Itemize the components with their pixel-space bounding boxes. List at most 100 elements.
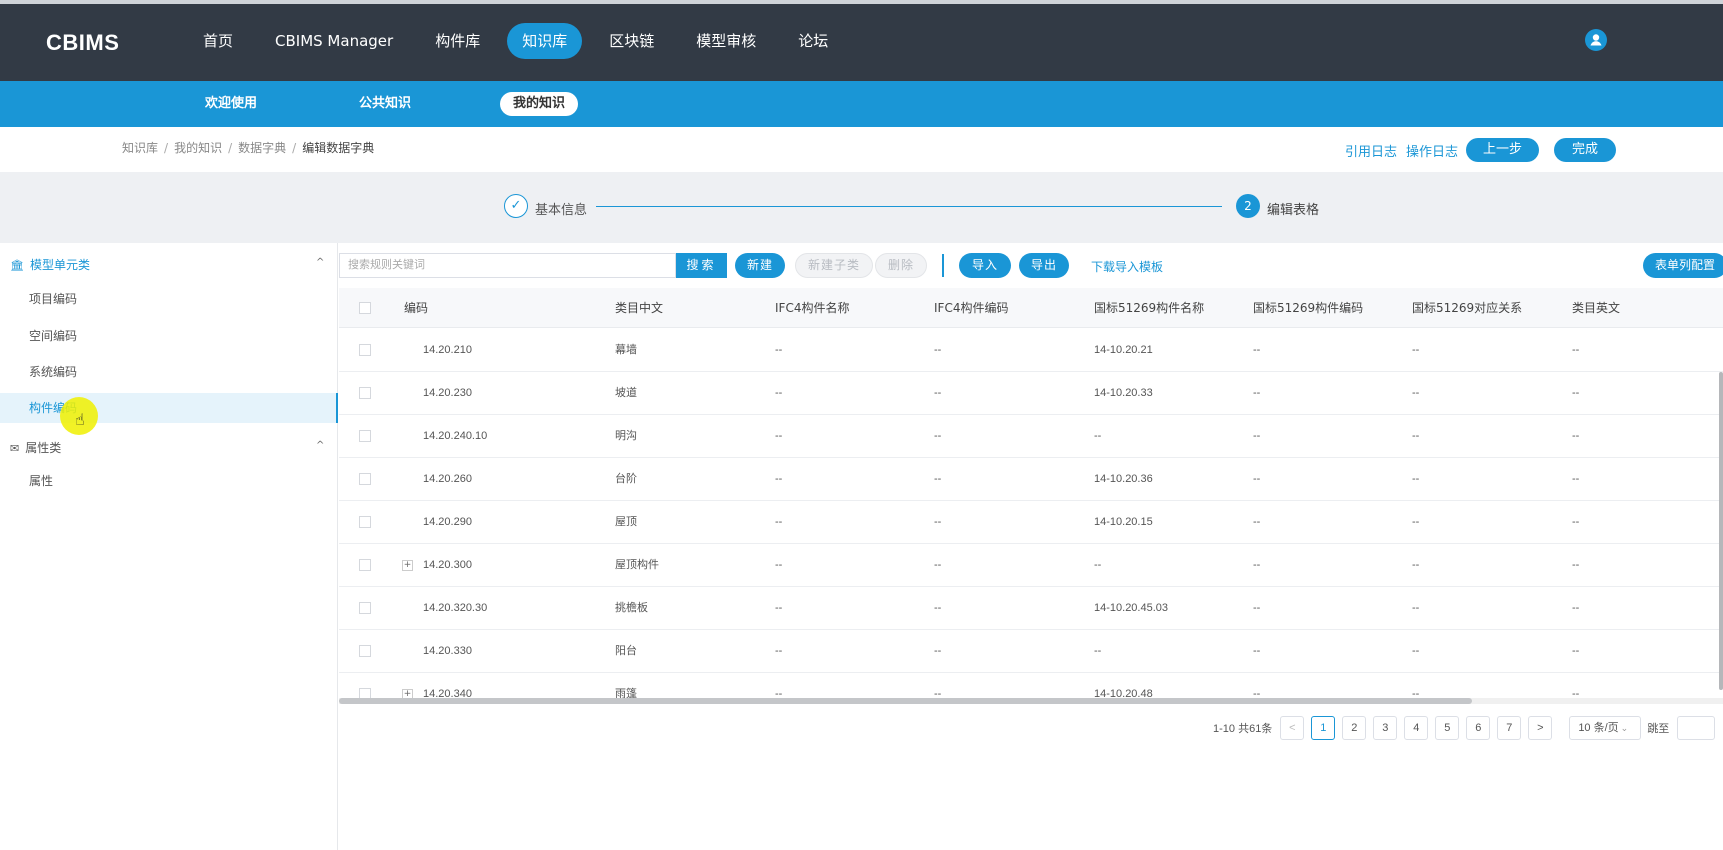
cell-gb-code: -- <box>1253 559 1261 571</box>
app-logo[interactable]: CBIMS <box>46 30 119 56</box>
cell-ifc4-name: -- <box>775 602 783 614</box>
subnav-my-knowledge[interactable]: 我的知识 <box>500 92 579 116</box>
select-all-checkbox[interactable] <box>359 302 371 314</box>
row-checkbox[interactable] <box>359 344 371 356</box>
breadcrumb-item[interactable]: 知识库 <box>122 141 158 155</box>
vertical-scrollbar[interactable] <box>1719 372 1723 690</box>
cell-ifc4-code: -- <box>934 387 942 399</box>
nav-model-review[interactable]: 模型审核 <box>681 23 771 59</box>
table-row[interactable]: 14.20.260 台阶 -- -- 14-10.20.36 -- -- -- <box>339 458 1723 501</box>
sidebar-item-component-code[interactable]: 构件编码 <box>0 393 338 423</box>
row-checkbox[interactable] <box>359 387 371 399</box>
search-button[interactable]: 搜索 <box>676 253 727 278</box>
table-row[interactable]: 14.20.290 屋顶 -- -- 14-10.20.15 -- -- -- <box>339 501 1723 544</box>
top-navbar: CBIMS 首页 CBIMS Manager 构件库 知识库 区块链 模型审核 … <box>0 0 1723 81</box>
column-header[interactable]: IFC4构件名称 <box>775 288 849 328</box>
row-checkbox[interactable] <box>359 645 371 657</box>
page-button[interactable]: 4 <box>1404 716 1429 740</box>
column-config-button[interactable]: 表单列配置 <box>1643 253 1723 278</box>
subnav-welcome[interactable]: 欢迎使用 <box>192 92 270 116</box>
next-page-button[interactable]: > <box>1528 716 1553 740</box>
cell-ifc4-code: -- <box>934 559 942 571</box>
export-button[interactable]: 导出 <box>1019 253 1070 278</box>
row-checkbox[interactable] <box>359 473 371 485</box>
sidebar: 🏛︎ 模型单元类 ^ 项目编码 空间编码 系统编码 构件编码 ✉ 属性类 ^ 属性 <box>0 243 338 850</box>
column-header[interactable]: IFC4构件编码 <box>934 288 1008 328</box>
row-checkbox[interactable] <box>359 430 371 442</box>
breadcrumb-item[interactable]: 数据字典 <box>238 141 286 155</box>
sidebar-group-property[interactable]: ✉ 属性类 <box>10 439 61 456</box>
sidebar-item-space-code[interactable]: 空间编码 <box>0 321 338 351</box>
table-row[interactable]: 14.20.240.10 明沟 -- -- -- -- -- -- <box>339 415 1723 458</box>
cell-category-en: -- <box>1572 387 1580 399</box>
cell-code: 14.20.300 <box>423 559 472 571</box>
delete-button[interactable]: 删除 <box>875 253 928 278</box>
cell-gb-relation: -- <box>1412 602 1420 614</box>
table-row[interactable]: +14.20.300 屋顶构件 -- -- -- -- -- -- <box>339 544 1723 587</box>
nav-blockchain[interactable]: 区块链 <box>594 23 669 59</box>
subnav-public-knowledge[interactable]: 公共知识 <box>346 92 424 116</box>
cell-category-cn: 屋顶构件 <box>615 559 659 571</box>
sidebar-item-property[interactable]: 属性 <box>0 466 338 496</box>
table-row[interactable]: 14.20.230 坡道 -- -- 14-10.20.33 -- -- -- <box>339 372 1723 415</box>
import-button[interactable]: 导入 <box>959 253 1012 278</box>
breadcrumb-current: 编辑数据字典 <box>302 141 375 155</box>
chevron-up-icon[interactable]: ^ <box>316 257 324 268</box>
reference-log-link[interactable]: 引用日志 <box>1345 141 1397 160</box>
new-button[interactable]: 新建 <box>735 253 786 278</box>
nav-home[interactable]: 首页 <box>188 23 248 59</box>
cell-code: 14.20.240.10 <box>423 430 488 442</box>
cell-ifc4-name: -- <box>775 516 783 528</box>
page-button[interactable]: 7 <box>1497 716 1522 740</box>
expand-icon[interactable]: + <box>402 689 413 698</box>
sidebar-item-system-code[interactable]: 系统编码 <box>0 357 338 387</box>
page-button[interactable]: 6 <box>1466 716 1491 740</box>
page-button[interactable]: 5 <box>1435 716 1460 740</box>
sidebar-group-model-unit[interactable]: 🏛︎ 模型单元类 <box>10 256 90 273</box>
horizontal-scrollbar-thumb[interactable] <box>339 698 1472 704</box>
table-row[interactable]: 14.20.210 幕墙 -- -- 14-10.20.21 -- -- -- <box>339 329 1723 372</box>
user-icon[interactable] <box>1585 29 1607 51</box>
prev-step-button[interactable]: 上一步 <box>1466 138 1540 162</box>
page-button[interactable]: 3 <box>1373 716 1398 740</box>
operation-log-link[interactable]: 操作日志 <box>1406 141 1458 160</box>
row-checkbox[interactable] <box>359 559 371 571</box>
column-header[interactable]: 国标51269构件编码 <box>1253 288 1363 328</box>
page-button[interactable]: 2 <box>1342 716 1367 740</box>
prev-page-button[interactable]: < <box>1280 716 1305 740</box>
sidebar-item-project-code[interactable]: 项目编码 <box>0 284 338 314</box>
page-size-select[interactable]: 10 条/页 ⌄ <box>1569 716 1642 740</box>
column-header[interactable]: 国标51269对应关系 <box>1412 288 1522 328</box>
cell-ifc4-name: -- <box>775 473 783 485</box>
horizontal-scrollbar[interactable] <box>339 698 1723 704</box>
cell-gb-relation: -- <box>1412 430 1420 442</box>
table-row[interactable]: 14.20.320.30 挑檐板 -- -- 14-10.20.45.03 -- -- -- <box>339 587 1723 630</box>
search-input[interactable]: 搜索规则关键词 <box>339 253 676 278</box>
row-checkbox[interactable] <box>359 602 371 614</box>
done-button[interactable]: 完成 <box>1554 138 1617 162</box>
page-button[interactable]: 1 <box>1311 716 1336 740</box>
nav-forum[interactable]: 论坛 <box>783 23 843 59</box>
jump-page-input[interactable] <box>1677 716 1716 740</box>
column-header[interactable]: 编码 <box>404 288 428 328</box>
breadcrumb: 知识库 / 我的知识 / 数据字典 / 编辑数据字典 <box>122 141 375 155</box>
nav-component-library[interactable]: 构件库 <box>420 23 495 59</box>
mail-icon: ✉ <box>10 442 20 455</box>
nav-knowledge-base[interactable]: 知识库 <box>507 23 583 59</box>
table-row[interactable]: 14.20.330 阳台 -- -- -- -- -- -- <box>339 630 1723 673</box>
download-template-link[interactable]: 下载导入模板 <box>1091 258 1163 275</box>
top-actions: 引用日志 操作日志 上一步 完成 <box>1345 138 1617 162</box>
table-row[interactable]: +14.20.340 雨篷 -- -- 14-10.20.48 -- -- -- <box>339 673 1723 698</box>
row-checkbox[interactable] <box>359 688 371 698</box>
breadcrumb-item[interactable]: 我的知识 <box>174 141 222 155</box>
sidebar-group-label: 属性类 <box>25 441 62 455</box>
column-header[interactable]: 国标51269构件名称 <box>1094 288 1204 328</box>
column-header[interactable]: 类目中文 <box>615 288 663 328</box>
chevron-up-icon[interactable]: ^ <box>316 440 324 451</box>
nav-cbims-manager[interactable]: CBIMS Manager <box>260 23 408 59</box>
row-checkbox[interactable] <box>359 516 371 528</box>
cell-gb-relation: -- <box>1412 688 1420 698</box>
expand-icon[interactable]: + <box>402 560 413 571</box>
new-child-button[interactable]: 新建子类 <box>795 253 874 278</box>
column-header[interactable]: 类目英文 <box>1572 288 1620 328</box>
